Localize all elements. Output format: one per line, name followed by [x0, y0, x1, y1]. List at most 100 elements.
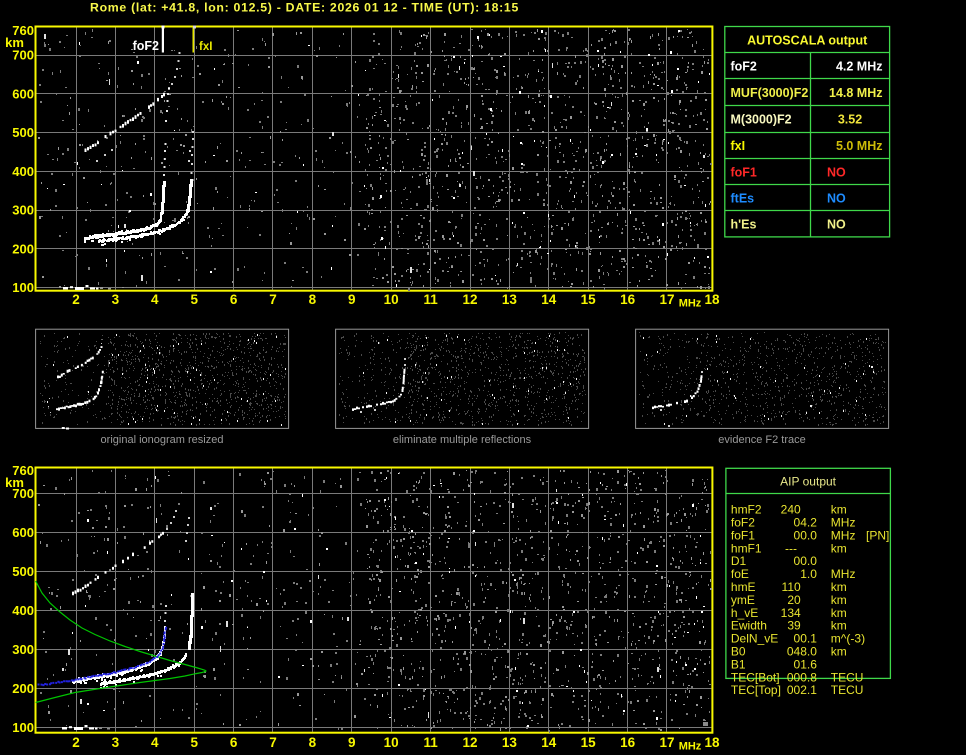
svg-text:16: 16: [620, 292, 636, 307]
svg-text:39: 39: [787, 619, 801, 633]
svg-text:MHz: MHz: [679, 741, 702, 753]
svg-text:10: 10: [384, 735, 399, 750]
svg-text:6: 6: [230, 735, 238, 750]
svg-text:700: 700: [12, 486, 34, 501]
svg-text:15: 15: [581, 292, 597, 307]
svg-text:7: 7: [269, 292, 277, 307]
svg-text:5: 5: [190, 292, 198, 307]
svg-text:MHz: MHz: [831, 567, 856, 581]
svg-text:1.0: 1.0: [800, 567, 817, 581]
svg-text:14.8 MHz: 14.8 MHz: [829, 86, 883, 100]
svg-text:m^(-3): m^(-3): [831, 632, 865, 646]
svg-text:km: km: [831, 580, 847, 594]
svg-text:01.6: 01.6: [794, 657, 818, 671]
svg-text:18: 18: [704, 735, 720, 750]
svg-text:MHz: MHz: [831, 516, 856, 530]
svg-text:hmF1: hmF1: [731, 541, 762, 555]
svg-text:9: 9: [348, 735, 356, 750]
svg-text:MUF(3000)F2: MUF(3000)F2: [731, 86, 809, 100]
svg-text:km: km: [831, 645, 847, 659]
svg-text:11: 11: [423, 735, 438, 750]
svg-text:---: ---: [785, 541, 797, 555]
svg-text:TEC[Bot]: TEC[Bot]: [731, 670, 780, 684]
svg-text:3: 3: [112, 735, 120, 750]
svg-text:100: 100: [12, 280, 34, 295]
svg-text:300: 300: [12, 642, 34, 657]
svg-text:MHz: MHz: [831, 528, 856, 542]
svg-text:M(3000)F2: M(3000)F2: [731, 113, 792, 127]
svg-text:400: 400: [12, 603, 34, 618]
svg-text:12: 12: [462, 292, 477, 307]
svg-text:700: 700: [12, 48, 34, 63]
svg-text:km: km: [831, 541, 847, 555]
svg-text:110: 110: [782, 580, 801, 594]
svg-text:16: 16: [620, 735, 636, 750]
svg-text:11: 11: [423, 292, 438, 307]
svg-text:ymE: ymE: [731, 593, 755, 607]
svg-text:15: 15: [581, 735, 597, 750]
svg-text:04.2: 04.2: [794, 516, 818, 530]
svg-text:3.52: 3.52: [838, 113, 862, 127]
svg-text:2: 2: [72, 735, 80, 750]
svg-text:km: km: [831, 503, 847, 517]
svg-text:500: 500: [12, 564, 34, 579]
svg-text:00.0: 00.0: [794, 554, 818, 568]
svg-text:h_vE: h_vE: [731, 606, 758, 620]
svg-text:5.0 MHz: 5.0 MHz: [836, 139, 883, 153]
svg-text:NO: NO: [827, 192, 846, 206]
svg-text:17: 17: [659, 292, 674, 307]
svg-text:fxI: fxI: [199, 41, 212, 53]
svg-text:hmE: hmE: [731, 580, 756, 594]
svg-text:00.1: 00.1: [794, 632, 818, 646]
svg-text:AIP output: AIP output: [780, 475, 836, 489]
svg-text:300: 300: [12, 203, 34, 218]
svg-text:600: 600: [12, 525, 34, 540]
svg-text:TECU: TECU: [831, 670, 864, 684]
svg-text:000.8: 000.8: [787, 670, 817, 684]
svg-text:7: 7: [269, 735, 277, 750]
svg-text:500: 500: [12, 125, 34, 140]
svg-text:13: 13: [502, 292, 518, 307]
svg-text:3: 3: [112, 292, 120, 307]
svg-text:foF2: foF2: [133, 39, 159, 53]
svg-text:foF2: foF2: [731, 60, 757, 74]
svg-text:fxI: fxI: [731, 139, 746, 153]
svg-text:002.1: 002.1: [787, 683, 817, 697]
svg-text:foE: foE: [731, 567, 749, 581]
svg-text:17: 17: [659, 735, 674, 750]
svg-text:13: 13: [502, 735, 518, 750]
svg-text:134: 134: [781, 606, 801, 620]
svg-text:4: 4: [151, 292, 159, 307]
svg-text:km: km: [831, 593, 847, 607]
svg-text:hmF2: hmF2: [731, 503, 762, 517]
svg-text:km: km: [831, 606, 847, 620]
svg-text:5: 5: [190, 735, 198, 750]
svg-text:10: 10: [384, 292, 399, 307]
svg-text:original ionogram resized: original ionogram resized: [101, 434, 224, 446]
svg-text:foF1: foF1: [731, 528, 755, 542]
svg-text:AUTOSCALA output: AUTOSCALA output: [747, 34, 868, 48]
svg-text:6: 6: [230, 292, 238, 307]
svg-text:00.0: 00.0: [794, 528, 818, 542]
svg-text:NO: NO: [827, 165, 846, 179]
svg-text:evidence F2 trace: evidence F2 trace: [718, 434, 805, 446]
svg-text:8: 8: [309, 292, 317, 307]
svg-text:MHz: MHz: [679, 298, 702, 310]
svg-text:200: 200: [12, 681, 34, 696]
svg-text:9: 9: [348, 292, 356, 307]
svg-text:100: 100: [12, 720, 34, 735]
svg-text:B0: B0: [731, 645, 746, 659]
svg-text:2: 2: [72, 292, 80, 307]
svg-text:Rome (lat: +41.8, lon: 012.5): Rome (lat: +41.8, lon: 012.5) - DATE: 20…: [90, 1, 519, 15]
svg-text:TECU: TECU: [831, 683, 864, 697]
svg-text:Ewidth: Ewidth: [731, 619, 767, 633]
svg-text:km: km: [831, 619, 847, 633]
svg-text:20: 20: [787, 593, 801, 607]
svg-text:B1: B1: [731, 657, 746, 671]
svg-text:4.2 MHz: 4.2 MHz: [836, 60, 883, 74]
svg-text:D1: D1: [731, 554, 747, 568]
svg-text:h'Es: h'Es: [731, 218, 757, 232]
svg-text:240: 240: [781, 503, 801, 517]
svg-text:ftEs: ftEs: [731, 192, 755, 206]
svg-text:[PN]: [PN]: [866, 528, 889, 542]
